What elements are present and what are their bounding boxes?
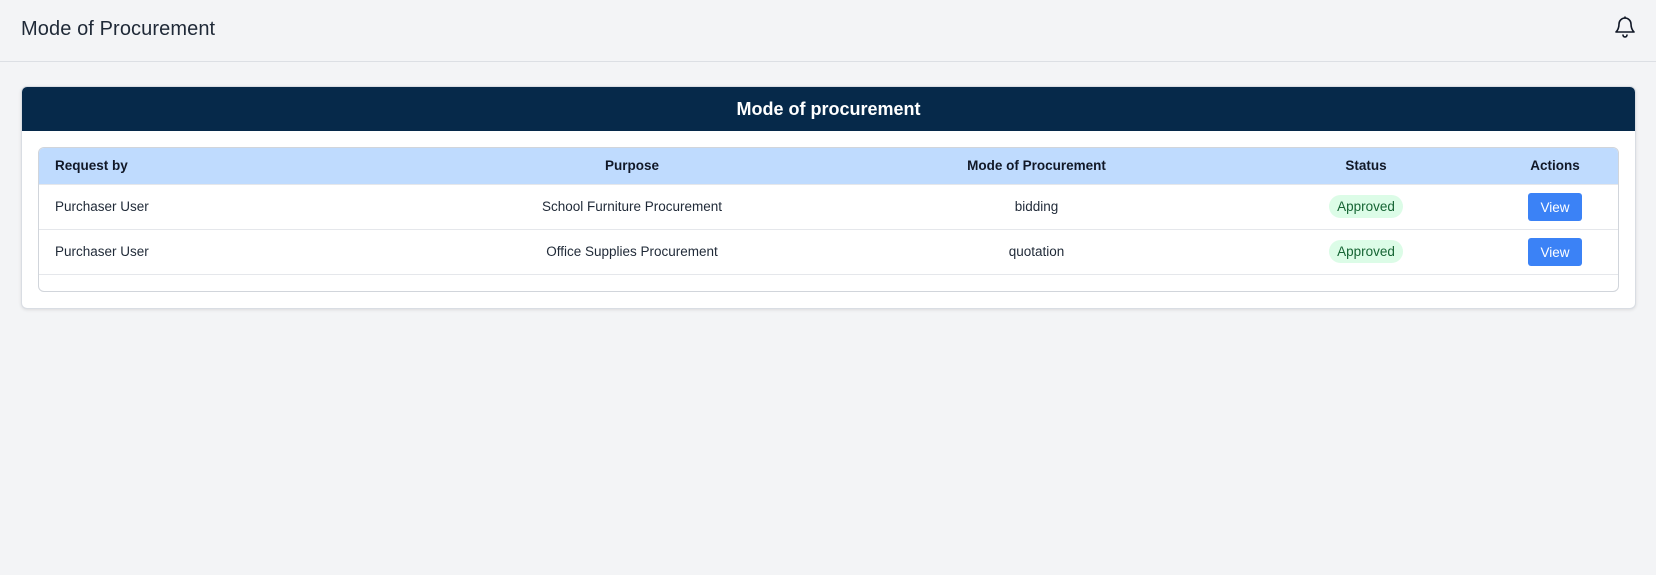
view-button[interactable]: View [1528, 237, 1582, 266]
cell-actions: View [1492, 229, 1618, 274]
cell-request-by: Purchaser User [55, 199, 149, 214]
status-badge: Approved [1329, 195, 1403, 218]
table-row: Purchaser User Office Supplies Procureme… [39, 229, 1618, 274]
cell-request-by: Purchaser User [55, 244, 149, 259]
top-bar: Mode of Procurement [0, 0, 1656, 62]
procurement-card: Mode of procurement Request by Purpose M… [21, 86, 1636, 309]
column-header-mode: Mode of Procurement [967, 158, 1106, 174]
table-row: Purchaser User School Furniture Procurem… [39, 184, 1618, 229]
cell-actions: View [1492, 184, 1618, 229]
cell-status: Approved [1240, 229, 1492, 274]
card-title: Mode of procurement [22, 87, 1635, 131]
procurement-table-container: Request by Purpose Mode of Procurement S… [38, 147, 1619, 292]
cell-purpose: Office Supplies Procurement [546, 244, 718, 259]
table-header-row: Request by Purpose Mode of Procurement S… [39, 148, 1618, 184]
column-header-purpose: Purpose [604, 158, 659, 174]
page-title: Mode of Procurement [21, 18, 216, 40]
cell-purpose: School Furniture Procurement [541, 199, 723, 214]
bell-icon[interactable] [1614, 15, 1636, 39]
status-badge: Approved [1329, 240, 1403, 263]
cell-mode: quotation [1008, 244, 1065, 259]
column-header-status: Status [1345, 158, 1387, 174]
column-header-request-by: Request by [55, 158, 128, 174]
cell-mode: bidding [1014, 199, 1059, 214]
cell-status: Approved [1240, 184, 1492, 229]
view-button[interactable]: View [1528, 192, 1582, 221]
procurement-table: Request by Purpose Mode of Procurement S… [39, 148, 1618, 275]
column-header-actions: Actions [1530, 158, 1580, 174]
